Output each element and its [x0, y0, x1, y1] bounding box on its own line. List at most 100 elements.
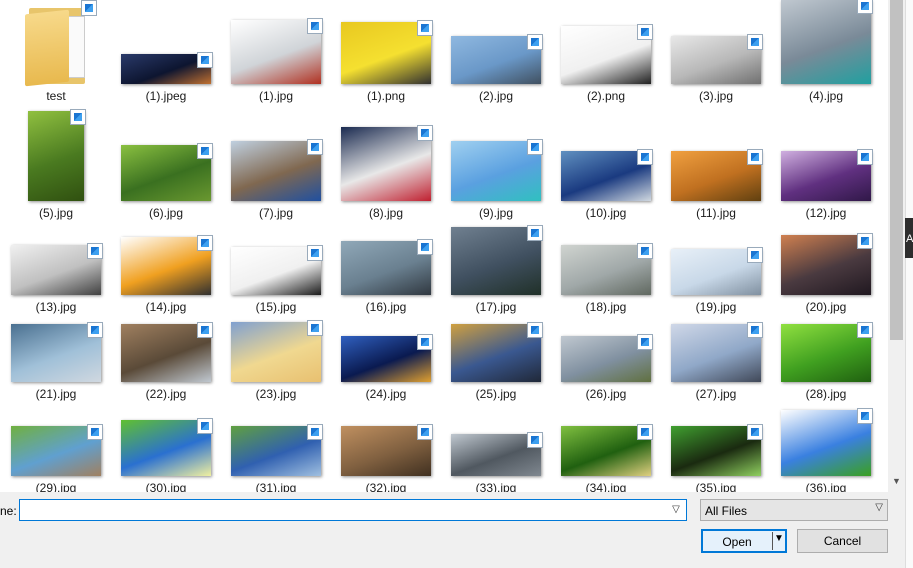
thumbnail-wrapper	[111, 0, 221, 84]
chevron-down-icon[interactable]: ▽	[668, 502, 684, 518]
shortcut-arrow-icon	[527, 34, 543, 50]
thumbnail-wrapper	[441, 101, 551, 201]
shortcut-arrow-icon	[87, 322, 103, 338]
shortcut-arrow-icon	[307, 424, 323, 440]
shortcut-arrow-icon	[197, 235, 213, 251]
shortcut-arrow-icon	[307, 320, 323, 336]
thumbnail-wrapper	[771, 376, 881, 476]
image-thumbnail	[451, 322, 543, 382]
image-thumbnail	[781, 149, 873, 201]
thumbnail-wrapper	[661, 101, 771, 201]
folder-icon	[25, 0, 97, 87]
thumbnail-wrapper	[221, 101, 331, 201]
image-thumbnail	[121, 418, 213, 476]
shortcut-arrow-icon	[637, 149, 653, 165]
shortcut-arrow-icon	[637, 424, 653, 440]
thumbnail-wrapper	[771, 101, 881, 201]
vertical-scrollbar[interactable]: ▼	[888, 0, 905, 492]
image-thumbnail	[341, 424, 433, 476]
image-thumbnail	[11, 424, 103, 476]
thumbnail-wrapper	[551, 282, 661, 382]
scrollbar-thumb[interactable]	[890, 0, 903, 340]
thumbnail-wrapper	[331, 282, 441, 382]
thumbnail-wrapper	[111, 282, 221, 382]
thumbnail-wrapper	[221, 376, 331, 476]
chevron-down-icon: ▽	[875, 502, 883, 513]
shortcut-arrow-icon	[637, 243, 653, 259]
split-divider	[772, 532, 773, 550]
shortcut-arrow-icon	[747, 424, 763, 440]
scroll-down-arrow-icon[interactable]: ▼	[888, 472, 905, 490]
image-thumbnail	[671, 34, 763, 84]
file-list-area[interactable]: test (1).jpeg (1).jpg (1).png (2).jpg (2).png…	[0, 0, 888, 492]
file-name-label: (33).jpg	[475, 481, 517, 492]
image-thumbnail	[671, 149, 763, 201]
shortcut-arrow-icon	[307, 18, 323, 34]
shortcut-arrow-icon	[637, 334, 653, 350]
file-type-filter[interactable]: All Files ▽	[700, 499, 888, 521]
image-thumbnail	[341, 20, 433, 84]
thumbnail-wrapper	[221, 195, 331, 295]
shortcut-arrow-icon	[857, 149, 873, 165]
dropdown-arrow-icon[interactable]: ▼	[774, 533, 784, 544]
image-thumbnail	[11, 322, 103, 382]
image-thumbnail	[781, 0, 873, 84]
image-thumbnail	[28, 109, 86, 201]
image-thumbnail	[781, 322, 873, 382]
image-thumbnail	[781, 408, 873, 476]
file-name-label: (30).jpg	[145, 481, 187, 492]
image-thumbnail	[231, 18, 323, 84]
thumbnail-wrapper	[1, 195, 111, 295]
shortcut-arrow-icon	[857, 233, 873, 249]
shortcut-arrow-icon	[527, 139, 543, 155]
shortcut-arrow-icon	[197, 143, 213, 159]
shortcut-arrow-icon	[417, 334, 433, 350]
thumbnail-wrapper	[331, 0, 441, 84]
shortcut-arrow-icon	[81, 0, 97, 16]
shortcut-arrow-icon	[747, 34, 763, 50]
thumbnail-wrapper	[771, 0, 881, 84]
thumbnail-wrapper	[331, 195, 441, 295]
thumbnail-wrapper	[551, 0, 661, 84]
image-thumbnail	[231, 424, 323, 476]
shortcut-arrow-icon	[307, 245, 323, 261]
open-button[interactable]: Open ▼	[701, 529, 787, 553]
cancel-button[interactable]: Cancel	[797, 529, 888, 553]
thumbnail-wrapper	[551, 195, 661, 295]
file-name-label: (29).jpg	[35, 481, 77, 492]
thumbnail-wrapper	[771, 195, 881, 295]
shortcut-arrow-icon	[527, 225, 543, 241]
shortcut-arrow-icon	[857, 408, 873, 424]
image-thumbnail	[561, 424, 653, 476]
thumbnail-wrapper	[111, 195, 221, 295]
file-name-input[interactable]	[22, 501, 666, 521]
image-thumbnail	[561, 149, 653, 201]
shortcut-arrow-icon	[197, 52, 213, 68]
shortcut-arrow-icon	[417, 125, 433, 141]
shortcut-arrow-icon	[747, 322, 763, 338]
image-thumbnail	[121, 143, 213, 201]
image-thumbnail	[231, 320, 323, 382]
thumbnail-wrapper	[661, 282, 771, 382]
shortcut-arrow-icon	[70, 109, 86, 125]
file-type-value: All Files	[705, 504, 748, 518]
image-thumbnail	[671, 322, 763, 382]
image-thumbnail	[561, 24, 653, 84]
shortcut-arrow-icon	[417, 239, 433, 255]
thumbnail-wrapper	[1, 101, 111, 201]
file-name-field[interactable]: ▽	[19, 499, 687, 521]
thumbnail-wrapper	[441, 195, 551, 295]
shortcut-arrow-icon	[637, 24, 653, 40]
shortcut-arrow-icon	[197, 322, 213, 338]
thumbnail-wrapper	[771, 282, 881, 382]
shortcut-arrow-icon	[417, 424, 433, 440]
thumbnail-wrapper	[441, 376, 551, 476]
thumbnail-wrapper	[331, 101, 441, 201]
image-thumbnail	[451, 34, 543, 84]
shortcut-arrow-icon	[87, 424, 103, 440]
thumbnail-wrapper	[111, 101, 221, 201]
thumbnail-wrapper	[1, 0, 111, 87]
background-window-edge	[905, 0, 913, 568]
thumbnail-wrapper	[551, 376, 661, 476]
thumbnail-wrapper	[661, 376, 771, 476]
